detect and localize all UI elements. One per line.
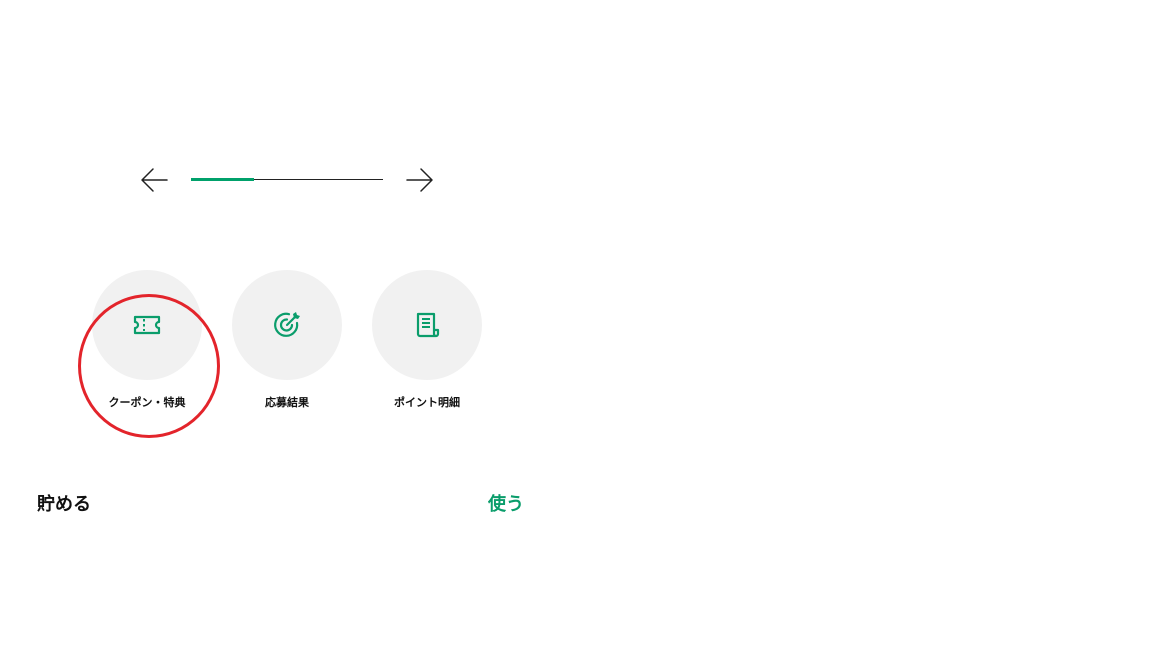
quick-menu: クーポン・特典 応募結果 ポイント明細: [92, 270, 492, 420]
carousel-prev-button[interactable]: [138, 164, 172, 198]
arrow-right-icon: [406, 168, 433, 192]
section-title-save[interactable]: 貯める: [37, 490, 91, 516]
menu-icon-circle: [372, 270, 482, 380]
carousel-navigation: [138, 164, 438, 198]
carousel-next-button[interactable]: [402, 164, 436, 198]
menu-item-point-history[interactable]: ポイント明細: [372, 270, 482, 410]
menu-item-label: ポイント明細: [394, 396, 460, 409]
menu-item-entry-results[interactable]: 応募結果: [232, 270, 342, 410]
menu-item-coupon[interactable]: クーポン・特典: [92, 270, 202, 410]
ticket-icon: [133, 315, 161, 335]
menu-item-label: クーポン・特典: [108, 396, 186, 409]
carousel-progress-fill: [191, 178, 255, 181]
receipt-icon: [416, 312, 440, 338]
menu-icon-circle: [92, 270, 202, 380]
carousel-progress-track: [191, 178, 383, 181]
target-icon: [274, 312, 300, 337]
arrow-left-icon: [141, 168, 168, 192]
menu-icon-circle: [232, 270, 342, 380]
section-title-use[interactable]: 使う: [488, 490, 524, 516]
menu-item-label: 応募結果: [265, 396, 309, 409]
